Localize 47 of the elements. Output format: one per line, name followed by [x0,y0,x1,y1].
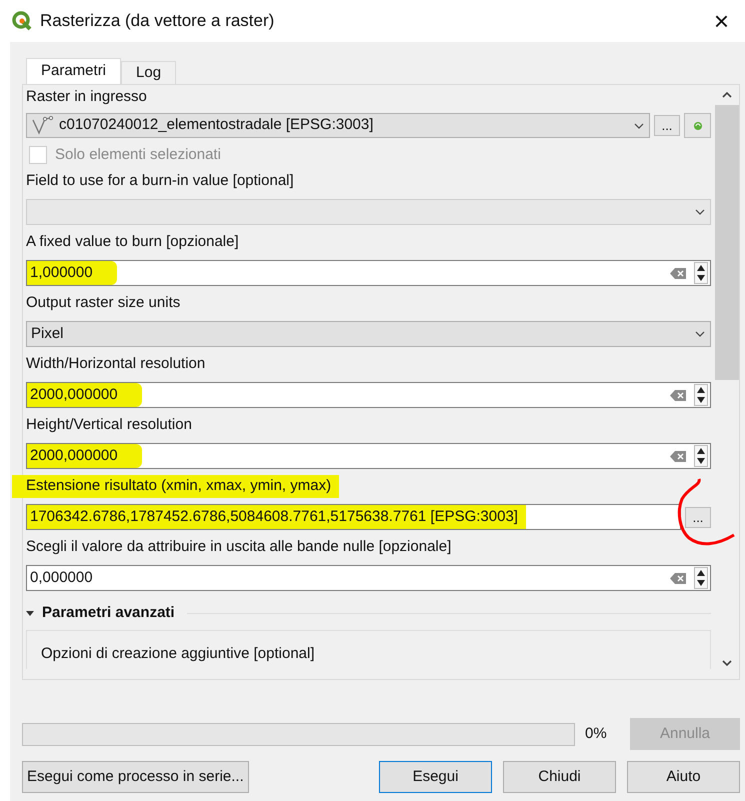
spin-buttons[interactable] [694,445,708,467]
clear-icon[interactable] [670,572,686,584]
field-label: A fixed value to burn [opzionale] [26,232,239,252]
field-value: 2000,000000 [27,383,142,407]
browse-button[interactable]: ... [685,506,711,528]
field-label: Width/Horizontal resolution [26,354,206,374]
extent-field[interactable]: 1706342.6786,1787452.6786,5084608.7761,5175638.7761 [EPSG:3003] [26,504,681,530]
dialog-button[interactable]: Aiuto [627,761,740,793]
clear-icon[interactable] [670,450,686,462]
clear-icon[interactable] [670,390,686,400]
window-title: Rasterizza (da vettore a raster) [40,10,276,32]
progress-reading: 0% [585,724,608,744]
field-label: Estensione risultato (xmin, xmax, ymin, ymax) [12,475,340,498]
expand-triangle-icon[interactable] [26,609,34,617]
field-label: Output raster size units [26,293,180,314]
field-value: 1706342.6786,1787452.6786,5084608.7761,5175638.7761 [EPSG:3003] [27,505,526,529]
browse-button[interactable]: ... [654,115,680,136]
line-layer-icon [31,116,55,136]
recycle-icon [692,120,702,130]
field-label: Height/Vertical resolution [26,415,192,436]
dialog-button[interactable]: Esegui come processo in serie... [22,761,249,793]
number-field[interactable]: 0,000000 [26,565,711,591]
iterate-button[interactable] [684,113,711,138]
dialog-button[interactable]: Esegui [379,761,492,793]
spin-buttons[interactable] [694,384,708,406]
section-title: Parametri avanzati [42,602,175,623]
field-value: 0,000000 [29,568,93,588]
spin-buttons[interactable] [694,262,708,284]
field-label: Field to use for a burn-in value [optional] [26,171,294,192]
field-label: Opzioni di creazione aggiuntive [optional] [41,644,315,664]
number-field[interactable]: 1,000000 [26,260,711,286]
field-value: 2000,000000 [27,444,142,468]
number-field[interactable]: 2000,000000 [26,443,711,469]
dialog-button[interactable]: Chiudi [503,761,616,793]
app-logo-icon [12,11,32,31]
dropdown[interactable]: Pixel [26,321,711,347]
tab[interactable]: Parametri [26,58,122,84]
spin-buttons[interactable] [694,567,708,589]
tab[interactable]: Log [121,61,176,84]
number-field[interactable]: 2000,000000 [26,382,711,408]
field-value: 1,000000 [27,261,117,285]
checkbox-label: Solo elementi selezionati [55,144,221,165]
close-button[interactable]: × [710,8,733,34]
layer-dropdown[interactable]: c01070240012_elementostradale [EPSG:3003] [26,113,650,138]
clear-icon[interactable] [670,268,686,278]
field-label: Scegli il valore da attribuire in uscita alle bande nulle [opzionale] [26,537,452,558]
field-label: Raster in ingresso [26,87,147,108]
